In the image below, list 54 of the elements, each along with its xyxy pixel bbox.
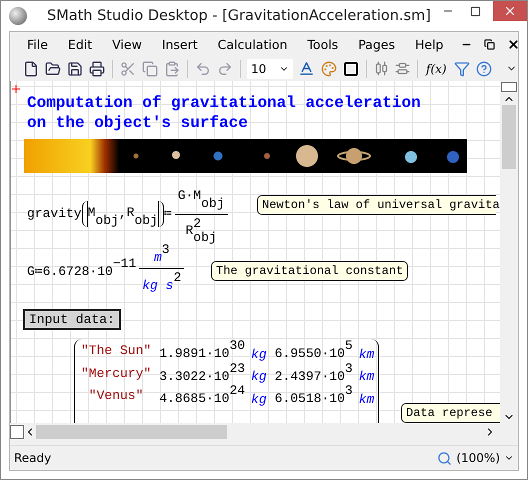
matrix-cell: "The Sun" bbox=[81, 342, 152, 358]
page-view-button[interactable] bbox=[10, 425, 24, 439]
menu-item[interactable]: Help bbox=[406, 34, 452, 54]
function-button[interactable]: f(x) bbox=[424, 62, 449, 76]
status-text: Ready bbox=[14, 451, 52, 465]
heading-text: on the object's surface bbox=[27, 113, 249, 133]
menu-item[interactable]: Calculation bbox=[208, 34, 296, 54]
zoom-icon[interactable] bbox=[437, 450, 452, 466]
app-logo-icon bbox=[9, 7, 27, 25]
align-horizontal-icon[interactable] bbox=[373, 60, 390, 77]
maximize-icon bbox=[470, 6, 482, 16]
menu-item[interactable]: View bbox=[103, 34, 151, 54]
print-icon[interactable] bbox=[88, 60, 106, 78]
copy-icon[interactable] bbox=[141, 60, 159, 78]
zoom-level[interactable]: (100%) bbox=[456, 451, 500, 465]
section-label: Input data: bbox=[23, 309, 121, 330]
matrix-cell: 4.8685·1024 kg bbox=[159, 384, 267, 408]
comment-note: The gravitational constant bbox=[211, 261, 408, 281]
save-icon[interactable] bbox=[66, 60, 84, 78]
filter-icon[interactable] bbox=[452, 60, 471, 78]
menu-item[interactable]: Insert bbox=[152, 34, 207, 54]
restore-icon bbox=[484, 38, 496, 50]
new-file-icon[interactable] bbox=[22, 60, 40, 78]
comment-note: Data represe bbox=[401, 403, 500, 423]
font-size-dropdown[interactable]: 10 bbox=[247, 58, 293, 78]
folder-icon[interactable] bbox=[44, 60, 62, 78]
align-vertical-icon[interactable] bbox=[394, 60, 411, 77]
matrix-cell: 3.3022·1023 kg bbox=[159, 362, 267, 384]
matrix-cell: 6.9550·105 km bbox=[274, 339, 374, 362]
menu-item[interactable]: File bbox=[18, 34, 57, 54]
scissors-icon[interactable] bbox=[119, 60, 137, 78]
menu-item[interactable]: Tools bbox=[298, 34, 348, 54]
window-title: SMath Studio Desktop - [GravitationAcceleration.sm] bbox=[46, 8, 431, 24]
matrix-cell: 6.0518·103 km bbox=[274, 384, 374, 408]
split-handle[interactable] bbox=[501, 82, 517, 92]
menu-item[interactable]: Edit bbox=[58, 34, 102, 54]
matrix-cell: "Venus" bbox=[88, 388, 144, 404]
paste-icon[interactable] bbox=[163, 60, 181, 78]
scroll-thumb[interactable] bbox=[502, 105, 516, 169]
menu-item[interactable]: Pages bbox=[349, 34, 404, 54]
help-icon[interactable] bbox=[474, 60, 493, 78]
font-color-icon[interactable] bbox=[297, 59, 316, 78]
formula-argument: Mobj bbox=[88, 204, 119, 229]
numerator: G·Mobj bbox=[178, 186, 224, 212]
formula-argument: Robj bbox=[126, 204, 158, 229]
close-icon bbox=[507, 38, 520, 50]
heading-text: Computation of gravitational acceleration bbox=[27, 93, 421, 113]
cursor-cross-icon bbox=[12, 85, 20, 93]
matrix-cell: 1.9891·1030 kg bbox=[159, 339, 267, 362]
scroll-thumb[interactable] bbox=[36, 425, 227, 439]
constant-formula: G≔6.6728·10−11 m3 kg s2 bbox=[27, 243, 188, 294]
matrix-cell: 2.4397·103 km bbox=[274, 362, 374, 384]
matrix-cell: "Mercury" bbox=[81, 366, 152, 381]
border-icon[interactable] bbox=[342, 60, 360, 78]
